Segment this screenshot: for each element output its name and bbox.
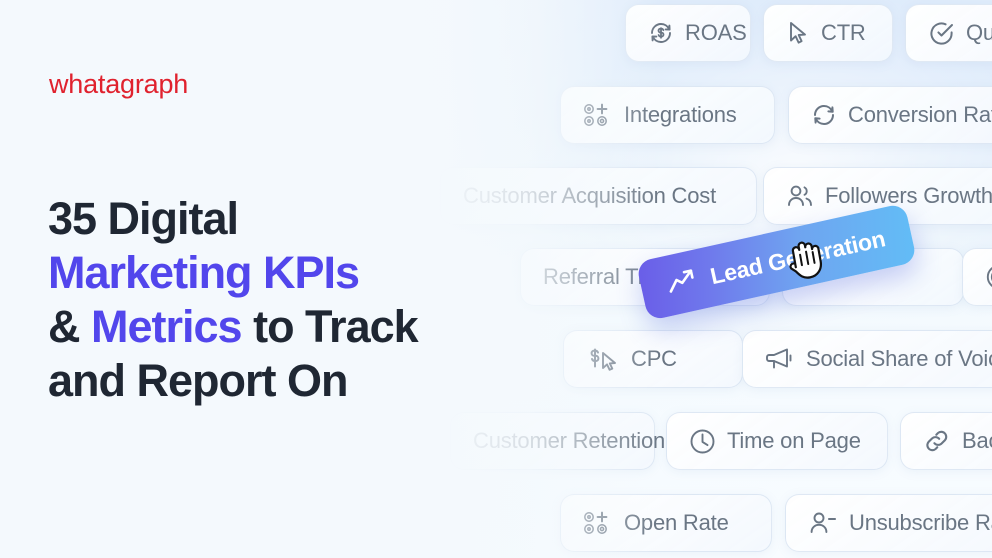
link-icon (923, 428, 951, 454)
page-title: 35 Digital Marketing KPIs & Metrics to T… (48, 192, 518, 408)
user-minus-icon (808, 510, 838, 536)
kpi-chip[interactable]: Backlinks (900, 412, 992, 470)
integrations-icon (583, 510, 613, 536)
roas-icon (648, 20, 674, 46)
kpi-chip[interactable]: Open Rate (560, 494, 772, 552)
kpi-chip[interactable]: ROAS (625, 4, 751, 62)
kpi-chip-label: Open Rate (624, 510, 729, 535)
kpi-chip[interactable]: Conversion Rate (788, 86, 992, 144)
kpi-chip-label: Quality Score (966, 20, 992, 45)
kpi-chip[interactable]: Unsubscribe Rate (785, 494, 992, 552)
kpi-chip[interactable]: Integrations (560, 86, 775, 144)
integrations-icon (583, 102, 613, 128)
check-circle-icon (928, 20, 955, 47)
kpi-chip-label: Time on Page (727, 428, 861, 453)
kpi-chip-label: Followers Growth (825, 183, 992, 208)
cpc-icon (586, 346, 620, 372)
kpi-chip[interactable]: Time on Page (666, 412, 888, 470)
users-icon (786, 183, 814, 209)
kpi-chip-label: CPC (631, 346, 677, 371)
kpi-chip[interactable]: Quality Score (905, 4, 992, 62)
kpi-chip-label: CTR (821, 20, 866, 45)
headline-line-3-plain: to Track (241, 301, 419, 352)
headline-line-3-amp: & (48, 301, 91, 352)
kpi-chip[interactable]: CTR (763, 4, 893, 62)
clock-icon (689, 428, 716, 455)
hero-left-panel: whatagraph 35 Digital Marketing KPIs & M… (0, 0, 560, 558)
whatagraph-logo[interactable]: whatagraph (49, 69, 188, 100)
target-icon (985, 263, 992, 291)
kpi-chip-label: Integrations (624, 102, 737, 127)
kpi-chip[interactable] (962, 248, 992, 306)
headline-line-2: Marketing KPIs (48, 247, 360, 298)
headline-line-4: and Report On (48, 355, 348, 406)
kpi-chip-label: ROAS (685, 20, 747, 45)
kpi-chip-label: Social Share of Voice (806, 346, 992, 371)
megaphone-icon (765, 346, 795, 372)
kpi-chip-label: Backlinks (962, 428, 992, 453)
cursor-icon (786, 20, 810, 46)
refresh-icon (811, 102, 837, 128)
kpi-chip[interactable]: CPC (563, 330, 743, 388)
kpi-chip-label: Conversion Rate (848, 102, 992, 127)
grab-hand-cursor (782, 231, 835, 293)
headline-line-3-accent: Metrics (91, 301, 243, 352)
trending-up-icon (665, 266, 700, 299)
headline-line-1: 35 Digital (48, 193, 239, 244)
kpi-chip-label: Unsubscribe Rate (849, 510, 992, 535)
kpi-chip[interactable]: Social Share of Voice (742, 330, 992, 388)
